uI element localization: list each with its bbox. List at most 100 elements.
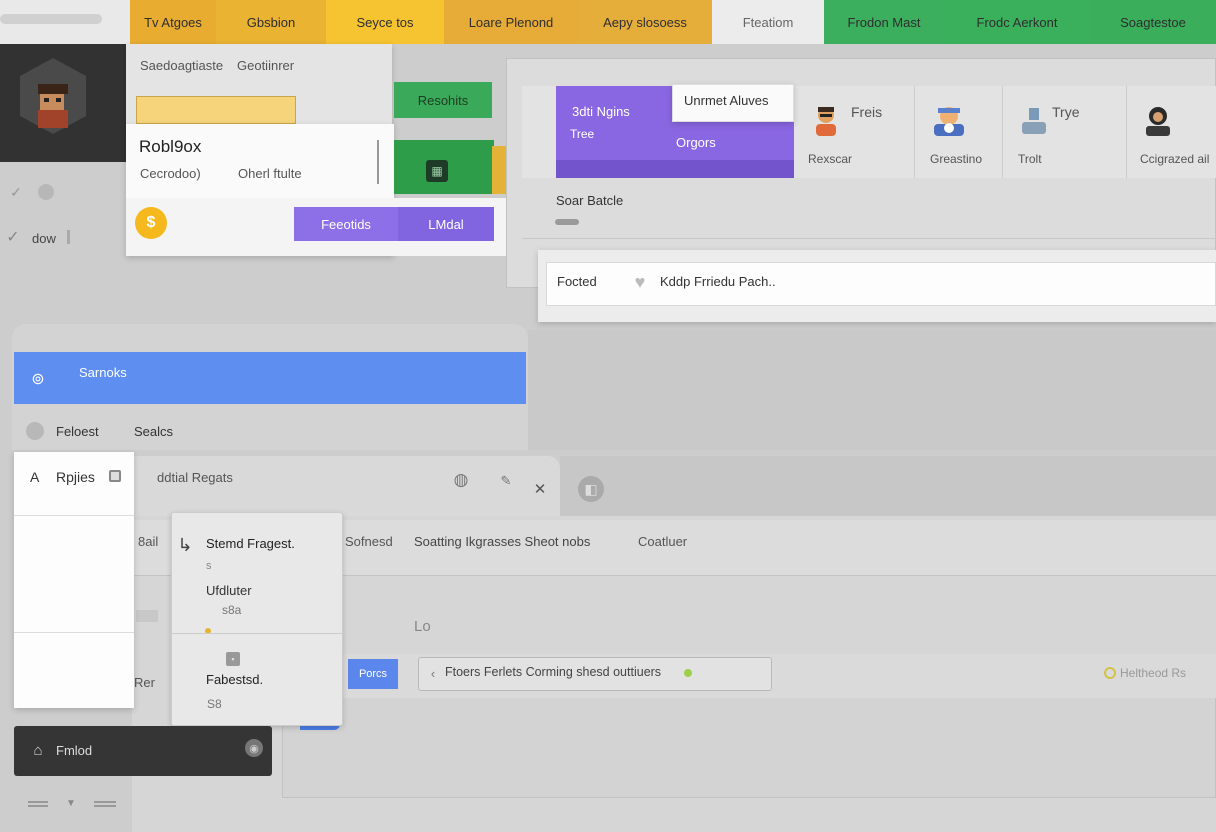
person-avatar-icon <box>1022 108 1046 134</box>
lower-header: ddtial Regats <box>157 470 233 485</box>
status-dot <box>684 669 692 677</box>
highlight-input[interactable] <box>136 96 296 124</box>
person-icon[interactable] <box>1018 104 1050 136</box>
search-field-value: Kddp Frriedu Pach.. <box>660 274 776 289</box>
feeotids-button[interactable]: Feeotids <box>294 207 398 241</box>
tab-6[interactable]: Fteatiom <box>712 0 824 44</box>
tab-label: Soagtestoe <box>1120 14 1186 30</box>
lmdal-button[interactable]: LMdal <box>398 207 494 241</box>
radio-button[interactable] <box>26 422 44 440</box>
tab-5[interactable]: Aepy slosoess <box>578 0 712 44</box>
porcs-button[interactable]: Porcs <box>348 659 398 689</box>
home-icon: ⌂ <box>33 741 43 759</box>
avatar[interactable] <box>18 56 88 136</box>
toolbar-item-4[interactable]: Coatluer <box>638 534 687 549</box>
replies-letter: A <box>30 469 40 485</box>
chevron-left-icon: ‹ <box>430 665 436 681</box>
tab-8[interactable]: Frodc Aerkont <box>944 0 1090 44</box>
tab-label: Frodc Aerkont <box>976 14 1058 30</box>
bell-icon[interactable]: ✎ <box>497 472 515 490</box>
tab-2[interactable]: Gbsbion <box>216 0 326 44</box>
green-tag[interactable]: Resohits <box>394 82 492 118</box>
small-tag[interactable] <box>136 610 158 622</box>
popover-item-2[interactable]: Ufdluter <box>206 583 252 598</box>
person-caption-1: Rexscar <box>808 152 853 166</box>
person-name-3: Trye <box>1052 104 1080 120</box>
folder-tab <box>492 146 506 194</box>
globe-icon[interactable]: ◍ <box>451 470 471 490</box>
replies-title: Rpjies <box>56 469 95 485</box>
arrow-icon: ↳ <box>177 534 193 555</box>
tab-label: Gbsbion <box>246 14 296 30</box>
green-tag-label: Resohits <box>417 92 469 108</box>
coin-icon[interactable]: $ <box>135 207 167 239</box>
divider <box>522 238 1216 239</box>
radio-label-a: Feloest <box>56 424 99 439</box>
heart-icon[interactable]: ♥ <box>628 272 652 292</box>
popover-hint: s <box>206 560 212 572</box>
person-icon[interactable] <box>930 102 968 138</box>
purple-action[interactable]: Orgors <box>676 135 716 150</box>
left-label: dow <box>32 231 56 246</box>
dropdown-header-right: Geotiinrer <box>237 58 295 73</box>
divider <box>1002 86 1003 178</box>
popover-item-1[interactable]: Stemd Fragest. <box>206 536 295 551</box>
toggle-icon[interactable] <box>555 219 579 225</box>
button-label: LMdal <box>428 216 464 232</box>
tab-label: Aepy slosoess <box>603 14 687 30</box>
lower-window <box>132 456 560 516</box>
dropdown-title: Robl9ox <box>139 137 202 156</box>
settings-icon[interactable]: ◧ <box>578 476 604 502</box>
person-caption-2: Greastino <box>930 152 983 166</box>
person-icon[interactable] <box>1140 102 1176 138</box>
tab-1[interactable]: Tv Atgoes <box>130 0 216 44</box>
toolbar-item-1[interactable]: 8ail <box>138 534 158 549</box>
globe-icon[interactable]: ◉ <box>245 739 263 757</box>
tab-label: Loare Plenond <box>468 14 554 30</box>
check-icon[interactable]: ✓ <box>8 184 24 200</box>
divider <box>914 86 915 178</box>
address-bar[interactable] <box>0 14 102 24</box>
menu-icon[interactable] <box>28 801 48 807</box>
background-panel <box>528 330 1216 450</box>
radio-label-b[interactable]: Sealcs <box>134 424 173 439</box>
person-icon[interactable] <box>812 104 840 138</box>
tab-9[interactable]: Soagtestoe <box>1090 0 1216 44</box>
person-caption-3: Trolt <box>1018 152 1042 166</box>
button-label: Feeotids <box>321 216 371 232</box>
search-field-label: Focted <box>557 274 597 289</box>
selected-label: Sarnoks <box>79 365 127 380</box>
status-ring <box>1104 667 1116 679</box>
phone-icon[interactable]: ▦ <box>426 160 448 182</box>
close-icon[interactable]: ✕ <box>531 480 549 498</box>
tab-7[interactable]: Frodon Mast <box>824 0 944 44</box>
divider <box>171 633 343 634</box>
divider <box>1126 86 1127 178</box>
bottom-frame <box>282 698 1216 798</box>
avatar-hexagon-icon <box>20 58 86 134</box>
button-label: Porcs <box>358 668 388 680</box>
person-name-1: Freis <box>851 104 883 120</box>
toolbar-item-3[interactable]: Soatting Ikgrasses Sheot nobs <box>414 534 590 549</box>
divider <box>14 632 134 633</box>
lower-window-right <box>560 456 1216 520</box>
popover-item-3[interactable]: Fabestsd. <box>206 672 263 687</box>
tab-3[interactable]: Seyce tos <box>326 0 444 44</box>
row-label-b: Rer <box>134 675 155 690</box>
right-text: Heltheod Rs <box>1120 666 1187 680</box>
dropdown-sub-left: Cecrodoo) <box>140 166 201 181</box>
target-icon: ⊚ <box>31 371 45 388</box>
scrollbar[interactable] <box>377 140 379 184</box>
popup-text: Unrmet Aluves <box>684 93 769 108</box>
check-icon[interactable]: ✓ <box>4 228 22 246</box>
toolbar-item-2[interactable]: Sofnesd <box>345 534 393 549</box>
replies-card <box>14 452 134 708</box>
footer-button-label: Fmlod <box>56 743 93 758</box>
replies-checkbox[interactable] <box>109 470 121 482</box>
circle-icon[interactable] <box>38 184 54 200</box>
menu-icon[interactable] <box>94 801 116 807</box>
divider <box>67 230 70 244</box>
footer-button[interactable] <box>14 726 272 776</box>
tab-4[interactable]: Loare Plenond <box>444 0 578 44</box>
chevron-down-icon[interactable]: ▼ <box>64 796 78 810</box>
